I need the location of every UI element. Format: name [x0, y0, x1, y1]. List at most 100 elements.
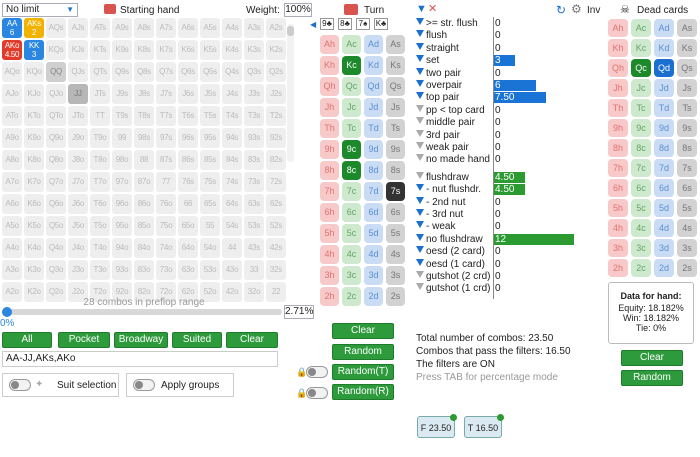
hand-cell[interactable]: 75o: [156, 216, 176, 236]
hand-cell[interactable]: A4o: [2, 238, 22, 258]
board-card-Kh[interactable]: Kh: [320, 56, 339, 75]
dead-card-3c[interactable]: 3c: [631, 239, 651, 257]
hand-cell[interactable]: J4o: [68, 238, 88, 258]
dead-card-4s[interactable]: 4s: [677, 219, 697, 237]
hand-cell[interactable]: Q4o: [46, 238, 66, 258]
filter-row[interactable]: set: [416, 55, 439, 66]
hand-cell[interactable]: J8s: [134, 84, 154, 104]
hand-cell[interactable]: K2s: [266, 40, 286, 60]
hand-cell[interactable]: A6s: [178, 18, 198, 38]
board-card-2h[interactable]: 2h: [320, 287, 339, 306]
board-card[interactable]: 9♣: [320, 18, 334, 30]
hand-cell[interactable]: ATo: [2, 106, 22, 126]
hand-cell[interactable]: J3o: [68, 260, 88, 280]
filter-funnel-icon[interactable]: [416, 184, 424, 192]
board-card-Js[interactable]: Js: [386, 98, 405, 117]
dead-card-3h[interactable]: 3h: [608, 239, 628, 257]
hand-cell[interactable]: T3o: [90, 260, 110, 280]
hand-cell[interactable]: J6o: [68, 194, 88, 214]
dead-card-Td[interactable]: Td: [654, 99, 674, 117]
hand-cell[interactable]: Q2s: [266, 62, 286, 82]
filter-funnel-icon[interactable]: [416, 104, 424, 112]
filter-row[interactable]: gutshot (2 crd): [416, 271, 490, 282]
hand-cell[interactable]: Q8s: [134, 62, 154, 82]
board-card-7d[interactable]: 7d: [364, 182, 383, 201]
slider-knob[interactable]: [2, 307, 12, 317]
filter-funnel-icon[interactable]: [416, 80, 424, 87]
hand-cell[interactable]: AQs: [46, 18, 66, 38]
dead-card-Ks[interactable]: Ks: [677, 39, 697, 57]
hand-cell[interactable]: A5o: [2, 216, 22, 236]
hand-cell[interactable]: Q3o: [46, 260, 66, 280]
board-card-Kd[interactable]: Kd: [364, 56, 383, 75]
board-card-Ah[interactable]: Ah: [320, 35, 339, 54]
dead-card-2s[interactable]: 2s: [677, 259, 697, 277]
filter-row[interactable]: weak pair: [416, 142, 469, 153]
random-t-button[interactable]: Random(T): [332, 364, 394, 380]
hand-cell[interactable]: Q7o: [46, 172, 66, 192]
hand-cell[interactable]: 84o: [134, 238, 154, 258]
dead-card-2d[interactable]: 2d: [654, 259, 674, 277]
board-card-6d[interactable]: 6d: [364, 203, 383, 222]
hand-cell[interactable]: J7o: [68, 172, 88, 192]
hand-cell[interactable]: Q8o: [46, 150, 66, 170]
filter-funnel-icon[interactable]: [416, 142, 424, 149]
hand-cell[interactable]: 64s: [222, 194, 242, 214]
dead-random-button[interactable]: Random: [621, 370, 683, 386]
hand-cell[interactable]: AJo: [2, 84, 22, 104]
filter-funnel-icon[interactable]: [416, 209, 424, 216]
hand-cell[interactable]: K3s: [244, 40, 264, 60]
hand-cell[interactable]: Q3s: [244, 62, 264, 82]
dead-card-Jc[interactable]: Jc: [631, 79, 651, 97]
dead-card-Tc[interactable]: Tc: [631, 99, 651, 117]
hand-cell[interactable]: 87s: [156, 150, 176, 170]
hand-cell[interactable]: Q7s: [156, 62, 176, 82]
hand-cell[interactable]: A3o: [2, 260, 22, 280]
hand-cell[interactable]: K6o: [24, 194, 44, 214]
dead-card-7c[interactable]: 7c: [631, 159, 651, 177]
board-card-8c[interactable]: 8c: [342, 161, 361, 180]
board-card-7s[interactable]: 7s: [386, 182, 405, 201]
dead-card-Th[interactable]: Th: [608, 99, 628, 117]
hand-cell[interactable]: QJs: [68, 62, 88, 82]
hand-cell[interactable]: 75s: [200, 172, 220, 192]
hand-cell[interactable]: 54s: [222, 216, 242, 236]
hand-cell[interactable]: K9o: [24, 128, 44, 148]
filter-funnel-icon[interactable]: [416, 92, 424, 100]
hand-cell[interactable]: KQs: [46, 40, 66, 60]
dead-clear-button[interactable]: Clear: [621, 350, 683, 366]
dead-card-5h[interactable]: 5h: [608, 199, 628, 217]
range-percent-input[interactable]: 2.71%: [284, 305, 314, 319]
hand-cell[interactable]: T4o: [90, 238, 110, 258]
hand-cell[interactable]: 84s: [222, 150, 242, 170]
filter-funnel-icon[interactable]: [416, 55, 424, 63]
dead-card-7h[interactable]: 7h: [608, 159, 628, 177]
filter-funnel-icon[interactable]: [416, 117, 424, 125]
board-card-2c[interactable]: 2c: [342, 287, 361, 306]
board-card-6c[interactable]: 6c: [342, 203, 361, 222]
board-card-6s[interactable]: 6s: [386, 203, 405, 222]
hand-cell[interactable]: A9o: [2, 128, 22, 148]
dead-card-6d[interactable]: 6d: [654, 179, 674, 197]
hand-cell[interactable]: AJs: [68, 18, 88, 38]
hand-cell[interactable]: K9s: [112, 40, 132, 60]
board-card-6h[interactable]: 6h: [320, 203, 339, 222]
board-card-Ad[interactable]: Ad: [364, 35, 383, 54]
hand-cell[interactable]: A4s: [222, 18, 242, 38]
dead-card-9d[interactable]: 9d: [654, 119, 674, 137]
hand-cell[interactable]: 55: [200, 216, 220, 236]
board-card-3h[interactable]: 3h: [320, 266, 339, 285]
hand-cell[interactable]: 77: [156, 172, 176, 192]
board-card-Qc[interactable]: Qc: [342, 77, 361, 96]
hand-cell[interactable]: Q4s: [222, 62, 242, 82]
board-card-Ts[interactable]: Ts: [386, 119, 405, 138]
hand-cell[interactable]: 53s: [244, 216, 264, 236]
board-card-9d[interactable]: 9d: [364, 140, 383, 159]
board-card-Jc[interactable]: Jc: [342, 98, 361, 117]
hand-cell[interactable]: K4o: [24, 238, 44, 258]
hand-cell[interactable]: 54o: [200, 238, 220, 258]
hand-cell[interactable]: J4s: [222, 84, 242, 104]
hand-cell[interactable]: J2s: [266, 84, 286, 104]
hand-cell[interactable]: QTs: [90, 62, 110, 82]
dead-card-Ac[interactable]: Ac: [631, 19, 651, 37]
